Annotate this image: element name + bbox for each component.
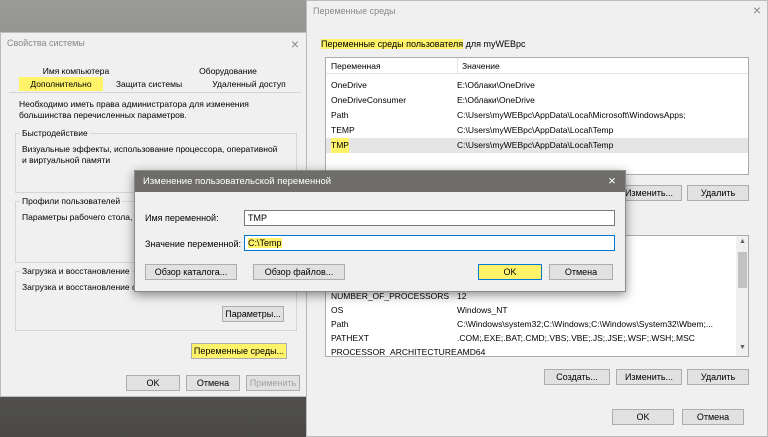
env-window-title: Переменные среды (313, 6, 396, 16)
sys-create-button[interactable]: Создать... (544, 369, 610, 385)
list-item[interactable]: TEMP C:\Users\myWEBpc\AppData\Local\Temp (326, 123, 748, 138)
scroll-up-icon[interactable]: ▲ (739, 238, 746, 245)
dialog-cancel-button[interactable]: Отмена (549, 264, 613, 280)
startup-label: Загрузка и восстановление (20, 266, 132, 276)
var-name: PROCESSOR_ARCHITECTURE (331, 347, 457, 357)
scroll-down-icon[interactable]: ▼ (739, 344, 746, 351)
var-name: PATHEXT (331, 333, 369, 343)
browse-dir-button[interactable]: Обзор каталога... (145, 264, 237, 280)
close-icon[interactable]: × (747, 1, 767, 21)
var-value: C:\Users\myWEBpc\AppData\Local\Temp (457, 140, 614, 150)
cancel-button[interactable]: Отмена (186, 375, 240, 391)
close-icon[interactable]: × (603, 172, 621, 190)
apply-button[interactable]: Применить (246, 375, 300, 391)
admin-note: Необходимо иметь права администратора дл… (19, 99, 249, 120)
var-name: TMP (331, 138, 349, 153)
dialog-ok-button[interactable]: OK (478, 264, 542, 280)
list-item-selected[interactable]: TMP C:\Users\myWEBpc\AppData\Local\Temp (326, 138, 748, 153)
performance-text: Визуальные эффекты, использование процес… (22, 144, 278, 165)
col-variable-header[interactable]: Переменная (331, 58, 381, 74)
var-name: Path (331, 319, 349, 329)
variable-name-field[interactable]: TMP (244, 210, 615, 226)
user-vars-header: Переменная Значение (326, 58, 748, 74)
list-item[interactable]: OneDrive E:\Облаки\OneDrive (326, 78, 748, 93)
dialog-titlebar: Изменение пользовательской переменной × (135, 171, 625, 192)
user-section-label-rest: для myWEBpc (463, 39, 526, 49)
var-name: Path (331, 110, 349, 120)
user-delete-button[interactable]: Удалить (687, 185, 749, 201)
system-properties-title: Свойства системы (7, 38, 85, 48)
var-value: AMD64 (457, 347, 486, 357)
startup-params-button[interactable]: Параметры... (222, 306, 284, 322)
list-item[interactable]: OS Windows_NT (326, 303, 748, 318)
profiles-label: Профили пользователей (20, 196, 123, 206)
edit-variable-dialog: Изменение пользовательской переменной × … (134, 170, 626, 292)
scroll-thumb[interactable] (738, 252, 747, 288)
list-item[interactable]: Path C:\Windows\system32;C:\Windows;C:\W… (326, 317, 734, 332)
user-section-label: Переменные среды пользователя для myWEBp… (321, 39, 526, 49)
var-name: TEMP (331, 125, 355, 135)
sys-edit-button[interactable]: Изменить... (616, 369, 682, 385)
var-name: OneDrive (331, 80, 367, 90)
var-value: Windows_NT (457, 305, 508, 315)
ok-button[interactable]: OK (126, 375, 180, 391)
var-value: .COM;.EXE;.BAT;.CMD;.VBS;.VBE;.JS;.JSE;.… (457, 333, 695, 343)
variable-value-text: C:\Temp (248, 238, 282, 248)
scrollbar[interactable]: ▲ ▼ (736, 236, 748, 356)
name-label: Имя переменной: (145, 213, 219, 223)
var-value: E:\Облаки\OneDrive (457, 80, 535, 90)
var-value: C:\Users\myWEBpc\AppData\Local\Temp (457, 125, 614, 135)
env-variables-button[interactable]: Переменные среды... (191, 343, 287, 359)
tab-advanced[interactable]: Дополнительно (19, 77, 103, 91)
dialog-title: Изменение пользовательской переменной (143, 176, 332, 187)
value-label: Значение переменной: (145, 239, 241, 249)
var-value: E:\Облаки\OneDrive (457, 95, 535, 105)
env-cancel-button[interactable]: Отмена (682, 409, 744, 425)
user-vars-list[interactable]: Переменная Значение OneDrive E:\Облаки\O… (325, 57, 749, 175)
var-name: OneDriveConsumer (331, 95, 407, 105)
startup-text: Загрузка и восстановление с (22, 282, 137, 292)
variable-value-field[interactable]: C:\Temp (244, 235, 615, 251)
tab-computer-name[interactable]: Имя компьютера (17, 64, 135, 78)
tab-system-protection[interactable]: Защита системы (107, 77, 191, 91)
var-name: OS (331, 305, 344, 315)
sys-delete-button[interactable]: Удалить (687, 369, 749, 385)
list-item[interactable]: Path C:\Users\myWEBpc\AppData\Local\Micr… (326, 108, 748, 123)
tab-divider (9, 92, 301, 93)
list-item[interactable]: OneDriveConsumer E:\Облаки\OneDrive (326, 93, 748, 108)
var-value: C:\Windows\system32;C:\Windows;C:\Window… (457, 319, 714, 329)
browse-file-button[interactable]: Обзор файлов... (253, 264, 345, 280)
tab-hardware[interactable]: Оборудование (163, 64, 293, 78)
tab-remote[interactable]: Удаленный доступ (201, 77, 297, 91)
list-item[interactable]: PATHEXT .COM;.EXE;.BAT;.CMD;.VBS;.VBE;.J… (326, 331, 748, 346)
list-item[interactable]: PROCESSOR_ARCHITECTURE AMD64 (326, 345, 748, 357)
profiles-text: Параметры рабочего стола, с (22, 212, 139, 222)
user-section-label-highlight: Переменные среды пользователя (321, 39, 464, 49)
close-icon[interactable]: × (285, 35, 305, 55)
performance-label: Быстродействие (20, 128, 90, 138)
env-ok-button[interactable]: OK (612, 409, 674, 425)
col-value-header[interactable]: Значение (457, 58, 500, 74)
var-value: C:\Users\myWEBpc\AppData\Local\Microsoft… (457, 110, 686, 120)
